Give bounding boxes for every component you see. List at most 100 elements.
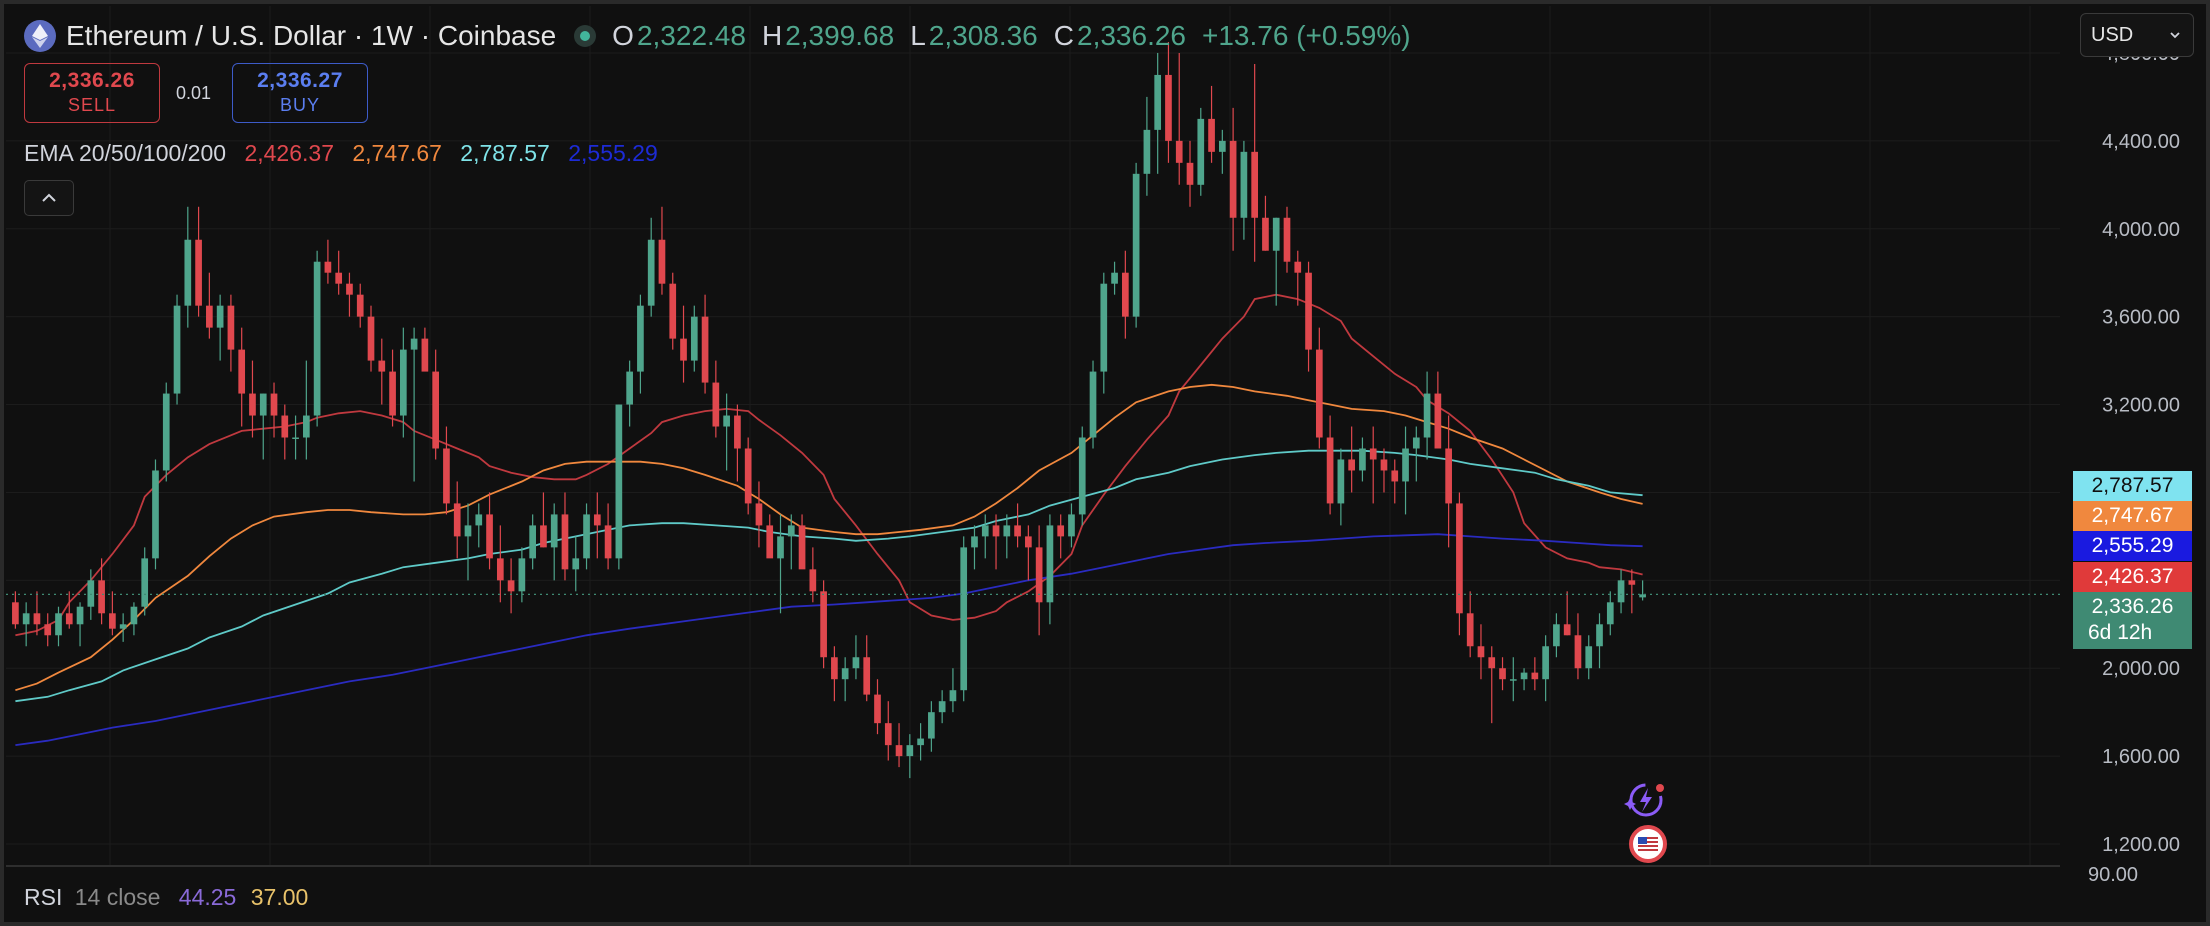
- candle-up: [1143, 129, 1151, 174]
- ema-legend[interactable]: EMA 20/50/100/200 2,426.37 2,747.67 2,78…: [24, 140, 670, 167]
- candle-down: [33, 613, 41, 625]
- candle-up: [1520, 672, 1528, 680]
- live-status-icon: [574, 25, 597, 47]
- lightning-alert-icon[interactable]: [1620, 780, 1670, 825]
- candle-up: [410, 338, 418, 350]
- candle-down: [744, 448, 752, 504]
- sell-button[interactable]: 2,336.26 SELL: [24, 63, 160, 123]
- candle-up: [1089, 371, 1097, 438]
- candle-up: [1596, 624, 1603, 647]
- candle-down: [432, 371, 440, 449]
- candle-down: [378, 360, 386, 372]
- candle-down: [486, 514, 493, 559]
- candle-up: [1046, 525, 1054, 603]
- ema-200-price-tag: 2,555.29: [2073, 531, 2192, 561]
- candle-up: [1553, 624, 1560, 647]
- candle-down: [1628, 580, 1636, 585]
- ohlc-low-label: L: [910, 20, 926, 51]
- candle-up: [1197, 118, 1205, 185]
- candle-down: [658, 239, 666, 284]
- candle-up: [1078, 437, 1086, 515]
- candle-up: [173, 305, 181, 394]
- candle-down: [1229, 140, 1237, 218]
- candle-down: [561, 514, 569, 570]
- candle-down: [1488, 657, 1496, 669]
- us-flag-event-icon[interactable]: [1627, 824, 1669, 869]
- rsi-axis-tick: 90.00: [2088, 864, 2139, 886]
- candle-down: [820, 591, 827, 658]
- price-axis-tick: 2,000.00: [2102, 658, 2180, 680]
- ohlc-open-value: 2,322.48: [636, 20, 746, 51]
- candle-down: [1477, 646, 1485, 658]
- candle-down: [1531, 672, 1539, 680]
- currency-select[interactable]: USD: [2080, 13, 2194, 57]
- candle-up: [615, 404, 623, 559]
- candle-up: [1068, 514, 1075, 537]
- last-price-tag: 2,336.26 6d 12h: [2073, 592, 2192, 649]
- price-axis-tick: 4,400.00: [2102, 131, 2180, 153]
- candle-down: [884, 723, 892, 746]
- buy-button[interactable]: 2,336.27 BUY: [232, 63, 368, 123]
- spread-value: 0.01: [176, 83, 212, 103]
- candle-down: [766, 525, 774, 559]
- price-axis: 1,200.001,600.002,000.002,400.002,800.00…: [2102, 43, 2180, 856]
- candle-down: [1326, 437, 1334, 504]
- candle-down: [874, 694, 881, 724]
- candle-up: [928, 712, 935, 739]
- rsi-legend[interactable]: RSI 14 close 44.25 37.00: [24, 884, 308, 911]
- candle-down: [109, 613, 116, 629]
- ema-50-price-tag: 2,747.67: [2073, 501, 2192, 531]
- candle-down: [831, 657, 838, 680]
- candle-down: [1251, 151, 1259, 218]
- chevron-down-icon: [2170, 32, 2180, 39]
- candle-down: [593, 514, 601, 526]
- price-axis-tick: 3,600.00: [2102, 307, 2180, 329]
- rsi-label: RSI: [24, 884, 63, 910]
- candle-up: [518, 558, 526, 592]
- candle-up: [777, 536, 784, 559]
- candle-up: [292, 437, 299, 440]
- candle-up: [399, 349, 407, 416]
- candle-down: [863, 657, 871, 695]
- symbol-title[interactable]: Ethereum / U.S. Dollar · 1W · Coinbase: [66, 20, 556, 52]
- buy-label: BUY: [279, 95, 320, 115]
- candle-up: [475, 514, 483, 526]
- ohlc-close-value: 2,336.26: [1077, 20, 1186, 51]
- candle-down: [992, 525, 1000, 537]
- candle-up: [1606, 602, 1614, 625]
- candle-down: [1025, 536, 1032, 548]
- candle-up: [464, 525, 472, 537]
- ohlc-open-label: O: [612, 20, 634, 51]
- candle-down: [734, 415, 741, 449]
- candle-down: [270, 393, 278, 416]
- candle-down: [1014, 525, 1021, 537]
- candle-down: [1283, 217, 1291, 262]
- candle-down: [206, 305, 213, 328]
- ema-20-price-tag: 2,426.37: [2073, 562, 2192, 592]
- candle-up: [1412, 437, 1420, 449]
- collapse-legend-button[interactable]: [24, 180, 74, 216]
- price-chart[interactable]: 1,200.001,600.002,000.002,400.002,800.00…: [0, 0, 2210, 926]
- candle-up: [971, 536, 978, 548]
- candle-down: [1434, 393, 1442, 449]
- ohlc-close-label: C: [1053, 20, 1074, 51]
- candle-down: [324, 261, 332, 273]
- candle-up: [152, 470, 159, 559]
- candle-up: [1337, 459, 1345, 504]
- ohlc-high-label: H: [761, 20, 783, 51]
- symbol-header: Ethereum / U.S. Dollar · 1W · Coinbase O…: [24, 18, 1411, 54]
- bar-countdown: 6d 12h: [2088, 621, 2153, 644]
- sell-label: SELL: [67, 95, 117, 115]
- rsi-ma-value: 37.00: [250, 884, 309, 910]
- candle-up: [1111, 272, 1118, 284]
- candle-up: [787, 525, 795, 537]
- ema-100-price-tag: 2,787.57: [2073, 471, 2192, 501]
- candle-down: [1348, 459, 1355, 471]
- candle-down: [1262, 217, 1269, 251]
- last-price-value: 2,336.26: [2091, 595, 2174, 618]
- candle-up: [216, 305, 224, 328]
- candle-up: [1402, 448, 1409, 482]
- candle-down: [680, 338, 687, 361]
- candle-up: [55, 613, 62, 636]
- candle-down: [195, 239, 202, 306]
